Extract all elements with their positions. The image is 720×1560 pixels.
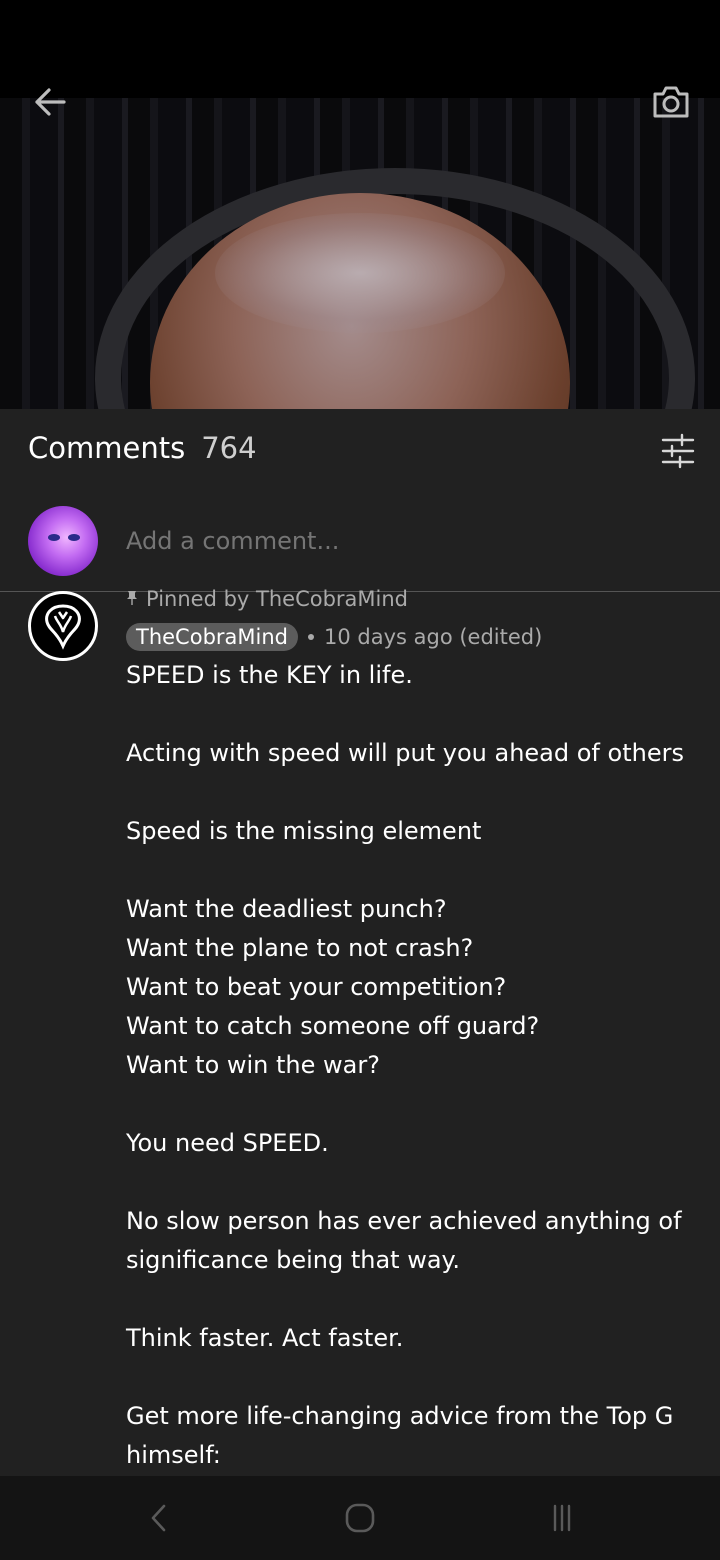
comment-line: Think faster. Act faster. [126,1324,404,1352]
pinned-text: Pinned by TheCobraMind [146,587,409,611]
comments-panel: Comments 764 Add a comment... Pinned by … [0,409,720,1476]
nav-back-icon[interactable] [137,1496,181,1540]
comment-timestamp: 10 days ago (edited) [324,625,543,649]
cobra-logo-icon [45,604,81,650]
sliders-icon[interactable] [660,433,696,469]
system-navigation-bar [0,1476,720,1560]
comment-line [126,1085,696,1124]
comments-header: Comments 764 [28,431,257,465]
comment-line: Want to beat your competition? [126,973,507,1001]
pin-icon [126,587,138,611]
comment-body: SPEED is the KEY in life. Acting with spe… [126,656,696,1475]
comment-line: Acting with speed will put you ahead of … [126,739,684,767]
user-avatar[interactable] [28,506,98,576]
comment-line: Want to catch someone off guard? [126,1012,540,1040]
comment-line: Want the plane to not crash? [126,934,474,962]
add-comment-input[interactable] [126,527,666,555]
pinned-label: Pinned by TheCobraMind [126,587,408,611]
head-highlight [215,213,505,333]
comment-meta: TheCobraMind 10 days ago (edited) [126,623,542,651]
video-player[interactable] [0,0,720,409]
comment-line [126,695,696,734]
author-avatar[interactable] [28,591,98,661]
avatar-eye [68,534,80,541]
comment-line: You need SPEED. [126,1129,329,1157]
comment-line: Speed is the missing element [126,817,482,845]
camera-icon[interactable] [648,80,694,124]
comment-line [126,1163,696,1202]
comment-line: significance being that way. [126,1246,460,1274]
comment-line: himself: [126,1441,221,1469]
avatar-eye [48,534,60,541]
comment-line: No slow person has ever achieved anythin… [126,1207,682,1235]
comment-line [126,1358,696,1397]
comment-line: SPEED is the KEY in life. [126,661,413,689]
nav-home-icon[interactable] [338,1496,382,1540]
author-name-badge[interactable]: TheCobraMind [126,623,298,651]
nav-recent-apps-icon[interactable] [540,1496,584,1540]
arrow-left-icon[interactable] [28,80,72,124]
comments-count: 764 [201,431,257,465]
separator-dot [308,634,314,640]
comment-line [126,1280,696,1319]
comments-title: Comments [28,431,186,465]
comment-line: Want the deadliest punch? [126,895,447,923]
comment-line [126,773,696,812]
comment-line [126,851,696,890]
comment-line: Get more life-changing advice from the T… [126,1402,674,1430]
video-frame [0,98,720,409]
comment-line: Want to win the war? [126,1051,380,1079]
